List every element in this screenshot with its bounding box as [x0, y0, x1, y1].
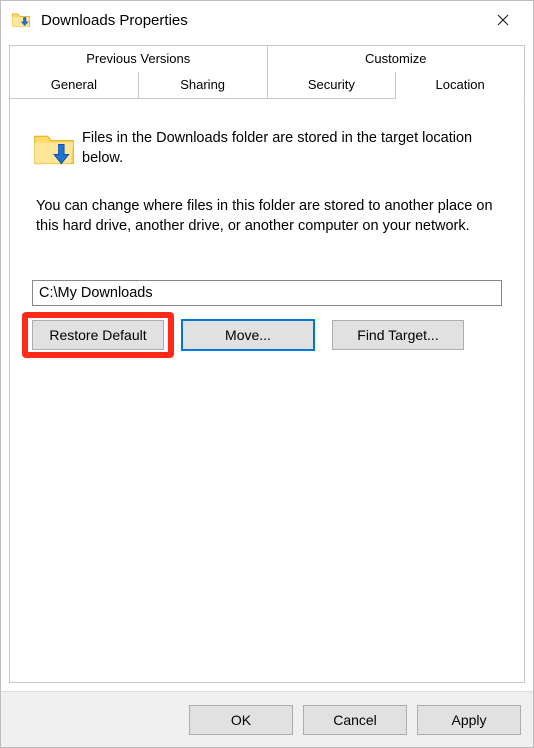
properties-dialog: Downloads Properties Previous Versions C…: [0, 0, 534, 748]
window-title: Downloads Properties: [41, 12, 481, 29]
tab-customize[interactable]: Customize: [268, 45, 526, 72]
restore-default-button[interactable]: Restore Default: [32, 320, 164, 350]
downloads-folder-icon: [11, 10, 31, 30]
tab-general[interactable]: General: [9, 72, 139, 99]
description-text: You can change where files in this folde…: [32, 197, 502, 236]
cancel-button[interactable]: Cancel: [303, 705, 407, 735]
move-button[interactable]: Move...: [182, 320, 314, 350]
apply-button[interactable]: Apply: [417, 705, 521, 735]
titlebar: Downloads Properties: [1, 1, 533, 39]
downloads-folder-large-icon: [32, 127, 76, 171]
dialog-action-row: OK Cancel Apply: [1, 691, 533, 747]
tab-security[interactable]: Security: [268, 72, 397, 99]
tab-location[interactable]: Location: [396, 72, 525, 99]
intro-text: Files in the Downloads folder are stored…: [82, 127, 502, 171]
ok-button[interactable]: OK: [189, 705, 293, 735]
restore-default-highlight: Restore Default: [32, 320, 164, 350]
tab-strip: Previous Versions Customize General Shar…: [1, 39, 533, 99]
intro-row: Files in the Downloads folder are stored…: [32, 127, 502, 171]
location-buttons-row: Restore Default Move... Find Target...: [32, 320, 502, 350]
location-panel: Files in the Downloads folder are stored…: [9, 99, 525, 683]
find-target-button[interactable]: Find Target...: [332, 320, 464, 350]
tab-sharing[interactable]: Sharing: [139, 72, 268, 99]
location-path-input[interactable]: [32, 280, 502, 306]
tab-previous-versions[interactable]: Previous Versions: [9, 45, 268, 72]
close-button[interactable]: [481, 5, 525, 35]
